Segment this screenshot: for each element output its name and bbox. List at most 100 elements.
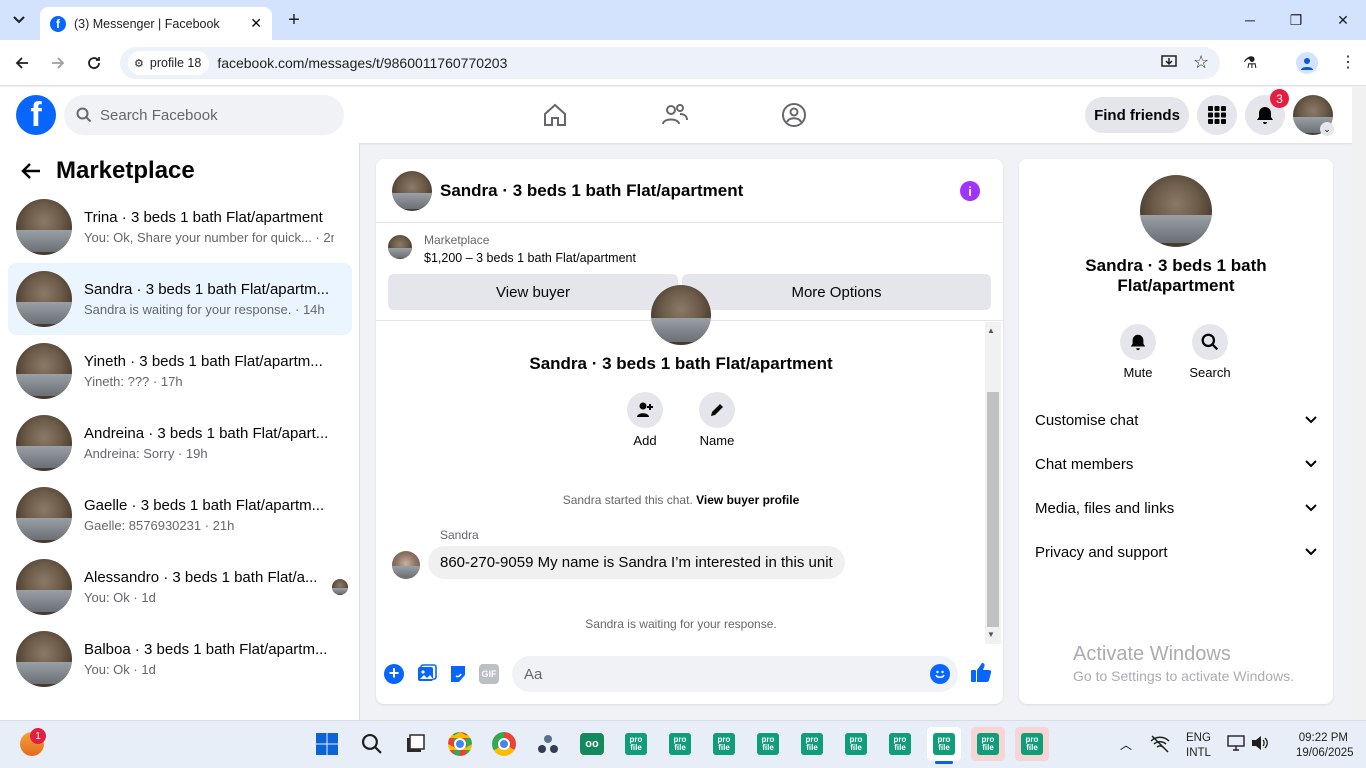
start-windows-icon[interactable] bbox=[310, 727, 344, 761]
plus-icon[interactable]: + bbox=[384, 664, 404, 684]
friends-nav-icon[interactable] bbox=[660, 100, 690, 130]
photo-gallery-icon[interactable] bbox=[417, 664, 437, 684]
scroll-down-icon[interactable]: ▼ bbox=[987, 630, 995, 639]
reload-icon[interactable] bbox=[82, 51, 106, 75]
edit-name-pencil-icon[interactable] bbox=[699, 392, 735, 428]
new-tab-icon[interactable]: + bbox=[284, 10, 304, 30]
profile-app-icon-5[interactable]: pro file bbox=[795, 727, 829, 761]
profile-app-icon-1[interactable]: pro file bbox=[619, 727, 653, 761]
profile-app-icon-3[interactable]: pro file bbox=[707, 727, 741, 761]
chrome-profile-m-icon[interactable] bbox=[443, 727, 477, 761]
tab-search-chevron-icon[interactable] bbox=[8, 10, 30, 30]
emoji-icon[interactable] bbox=[930, 664, 950, 684]
pro-label: pro file bbox=[625, 733, 647, 755]
view-buyer-profile-link[interactable]: View buyer profile bbox=[696, 493, 799, 507]
close-window-icon[interactable]: ✕ bbox=[1333, 10, 1353, 30]
conversation-item-yineth[interactable]: Yineth · 3 beds 1 bath Flat/apartm... Yin… bbox=[8, 335, 352, 407]
menu-grid-icon[interactable] bbox=[1197, 95, 1237, 135]
listing-thumbnail bbox=[16, 199, 72, 255]
listing-thumbnail bbox=[16, 271, 72, 327]
conversation-name: Andreina · 3 beds 1 bath Flat/apart... bbox=[84, 425, 329, 442]
network-app-icon[interactable] bbox=[531, 727, 565, 761]
tray-chevron-up-icon[interactable]: ︿ bbox=[1120, 736, 1132, 753]
listing-price: $1,200 – 3 beds 1 bath Flat/apartment bbox=[424, 251, 636, 265]
network-off-icon[interactable] bbox=[1150, 735, 1170, 753]
profile-app-icon-2[interactable]: pro file bbox=[663, 727, 697, 761]
chat-avatar[interactable] bbox=[392, 170, 432, 211]
chat-title[interactable]: Sandra · 3 beds 1 bath Flat/apartment bbox=[440, 181, 743, 201]
back-icon[interactable] bbox=[10, 51, 34, 75]
conversation-time: 19h bbox=[185, 446, 208, 461]
input-language[interactable]: ENG INTL bbox=[1186, 731, 1211, 761]
mute-label: Mute bbox=[1123, 365, 1153, 380]
view-buyer-button[interactable]: View buyer bbox=[388, 274, 678, 310]
profile-app-icon-7[interactable]: pro file bbox=[883, 727, 917, 761]
find-friends-button[interactable]: Find friends bbox=[1085, 97, 1189, 133]
browser-profile-icon[interactable] bbox=[1296, 52, 1318, 74]
conversation-item-trina[interactable]: Trina · 3 beds 1 bath Flat/apartment You:… bbox=[8, 191, 352, 263]
browser-tab-messenger[interactable]: f (3) Messenger | Facebook ✕ bbox=[40, 7, 272, 40]
contact-avatar[interactable] bbox=[1140, 175, 1212, 247]
account-chevron-down-icon[interactable]: ⌄ bbox=[1320, 122, 1334, 136]
chat-scrollbar[interactable]: ▲ ▼ bbox=[985, 322, 1001, 644]
page-scrollbar[interactable] bbox=[1352, 87, 1366, 720]
profile-app-icon-6[interactable]: pro file bbox=[839, 727, 873, 761]
add-person-icon[interactable] bbox=[627, 392, 663, 428]
profile-app-icon-4[interactable]: pro file bbox=[751, 727, 785, 761]
volume-icon[interactable] bbox=[1251, 735, 1269, 751]
chrome-profile-z-icon[interactable] bbox=[487, 727, 521, 761]
facebook-search-input[interactable]: Search Facebook bbox=[64, 95, 344, 135]
message-bubble[interactable]: 860-270-9059 My name is Sandra I’m inter… bbox=[428, 546, 845, 579]
back-arrow-icon[interactable] bbox=[20, 160, 42, 182]
add-label: Add bbox=[633, 433, 657, 448]
home-nav-icon[interactable] bbox=[540, 100, 570, 130]
facebook-logo-icon[interactable]: f bbox=[16, 95, 56, 135]
conversation-item-balboa[interactable]: Balboa · 3 beds 1 bath Flat/apartm... You… bbox=[8, 623, 352, 695]
maximize-icon[interactable]: ❐ bbox=[1286, 10, 1306, 30]
tab-title: (3) Messenger | Facebook bbox=[74, 16, 220, 31]
name-label: Name bbox=[699, 433, 735, 448]
gif-icon[interactable]: GIF bbox=[479, 664, 499, 684]
customise-chat-row[interactable]: Customise chat bbox=[1019, 398, 1333, 442]
privacy-support-row[interactable]: Privacy and support bbox=[1019, 530, 1333, 574]
search-chat-icon[interactable] bbox=[1192, 324, 1228, 360]
install-app-icon[interactable] bbox=[1160, 53, 1180, 73]
url-text[interactable]: facebook.com/messages/t/9860011760770203 bbox=[217, 55, 507, 71]
groups-nav-icon[interactable] bbox=[779, 100, 809, 130]
listing-thumbnail bbox=[16, 343, 72, 399]
task-view-icon[interactable] bbox=[398, 727, 432, 761]
taskbar-search-icon[interactable] bbox=[355, 727, 389, 761]
message-input[interactable]: Aa bbox=[512, 656, 958, 692]
conversation-item-andreina[interactable]: Andreina · 3 beds 1 bath Flat/apart... An… bbox=[8, 407, 352, 479]
chat-members-row[interactable]: Chat members bbox=[1019, 442, 1333, 486]
recorder-app-icon[interactable]: oo bbox=[575, 727, 609, 761]
conversation-item-alessandro[interactable]: Alessandro · 3 beds 1 bath Flat/a... You:… bbox=[8, 551, 352, 623]
info-icon[interactable]: i bbox=[960, 181, 980, 201]
profile-app-icon-8[interactable]: pro file bbox=[971, 727, 1005, 761]
scroll-up-icon[interactable]: ▲ bbox=[987, 326, 995, 335]
profile-app-icon-9[interactable]: pro file bbox=[1015, 727, 1049, 761]
profile-app-icon-active[interactable]: pro file bbox=[927, 727, 961, 761]
thumbs-up-like-icon[interactable] bbox=[970, 661, 992, 683]
labs-flask-icon[interactable]: ⚗ bbox=[1243, 53, 1257, 73]
mute-bell-icon[interactable] bbox=[1120, 324, 1156, 360]
profile-chip[interactable]: ⚙ profile 18 bbox=[128, 51, 210, 75]
conversation-time: 14h bbox=[302, 302, 325, 317]
conversation-item-gaelle[interactable]: Gaelle · 3 beds 1 bath Flat/apartm... Gae… bbox=[8, 479, 352, 551]
close-tab-icon[interactable]: ✕ bbox=[250, 15, 262, 32]
sticker-icon[interactable] bbox=[448, 664, 468, 684]
bookmark-star-icon[interactable]: ☆ bbox=[1193, 52, 1209, 73]
display-icon[interactable] bbox=[1227, 735, 1245, 751]
more-options-button[interactable]: More Options bbox=[682, 274, 991, 310]
scroll-thumb[interactable] bbox=[987, 392, 999, 627]
minimize-icon[interactable]: ─ bbox=[1240, 10, 1260, 30]
forward-icon[interactable] bbox=[46, 51, 70, 75]
omnibox[interactable]: ⚙ profile 18 facebook.com/messages/t/986… bbox=[120, 47, 1220, 79]
media-files-links-row[interactable]: Media, files and links bbox=[1019, 486, 1333, 530]
system-clock[interactable]: 09:22 PM 19/06/2025 bbox=[1296, 731, 1354, 761]
browser-menu-icon[interactable]: ⋮ bbox=[1340, 52, 1356, 72]
sender-avatar[interactable] bbox=[392, 551, 420, 579]
conversation-item-sandra[interactable]: Sandra · 3 beds 1 bath Flat/apartm... San… bbox=[8, 263, 352, 335]
conversation-time: 17h bbox=[160, 374, 183, 389]
pro-label: pro file bbox=[977, 733, 999, 755]
